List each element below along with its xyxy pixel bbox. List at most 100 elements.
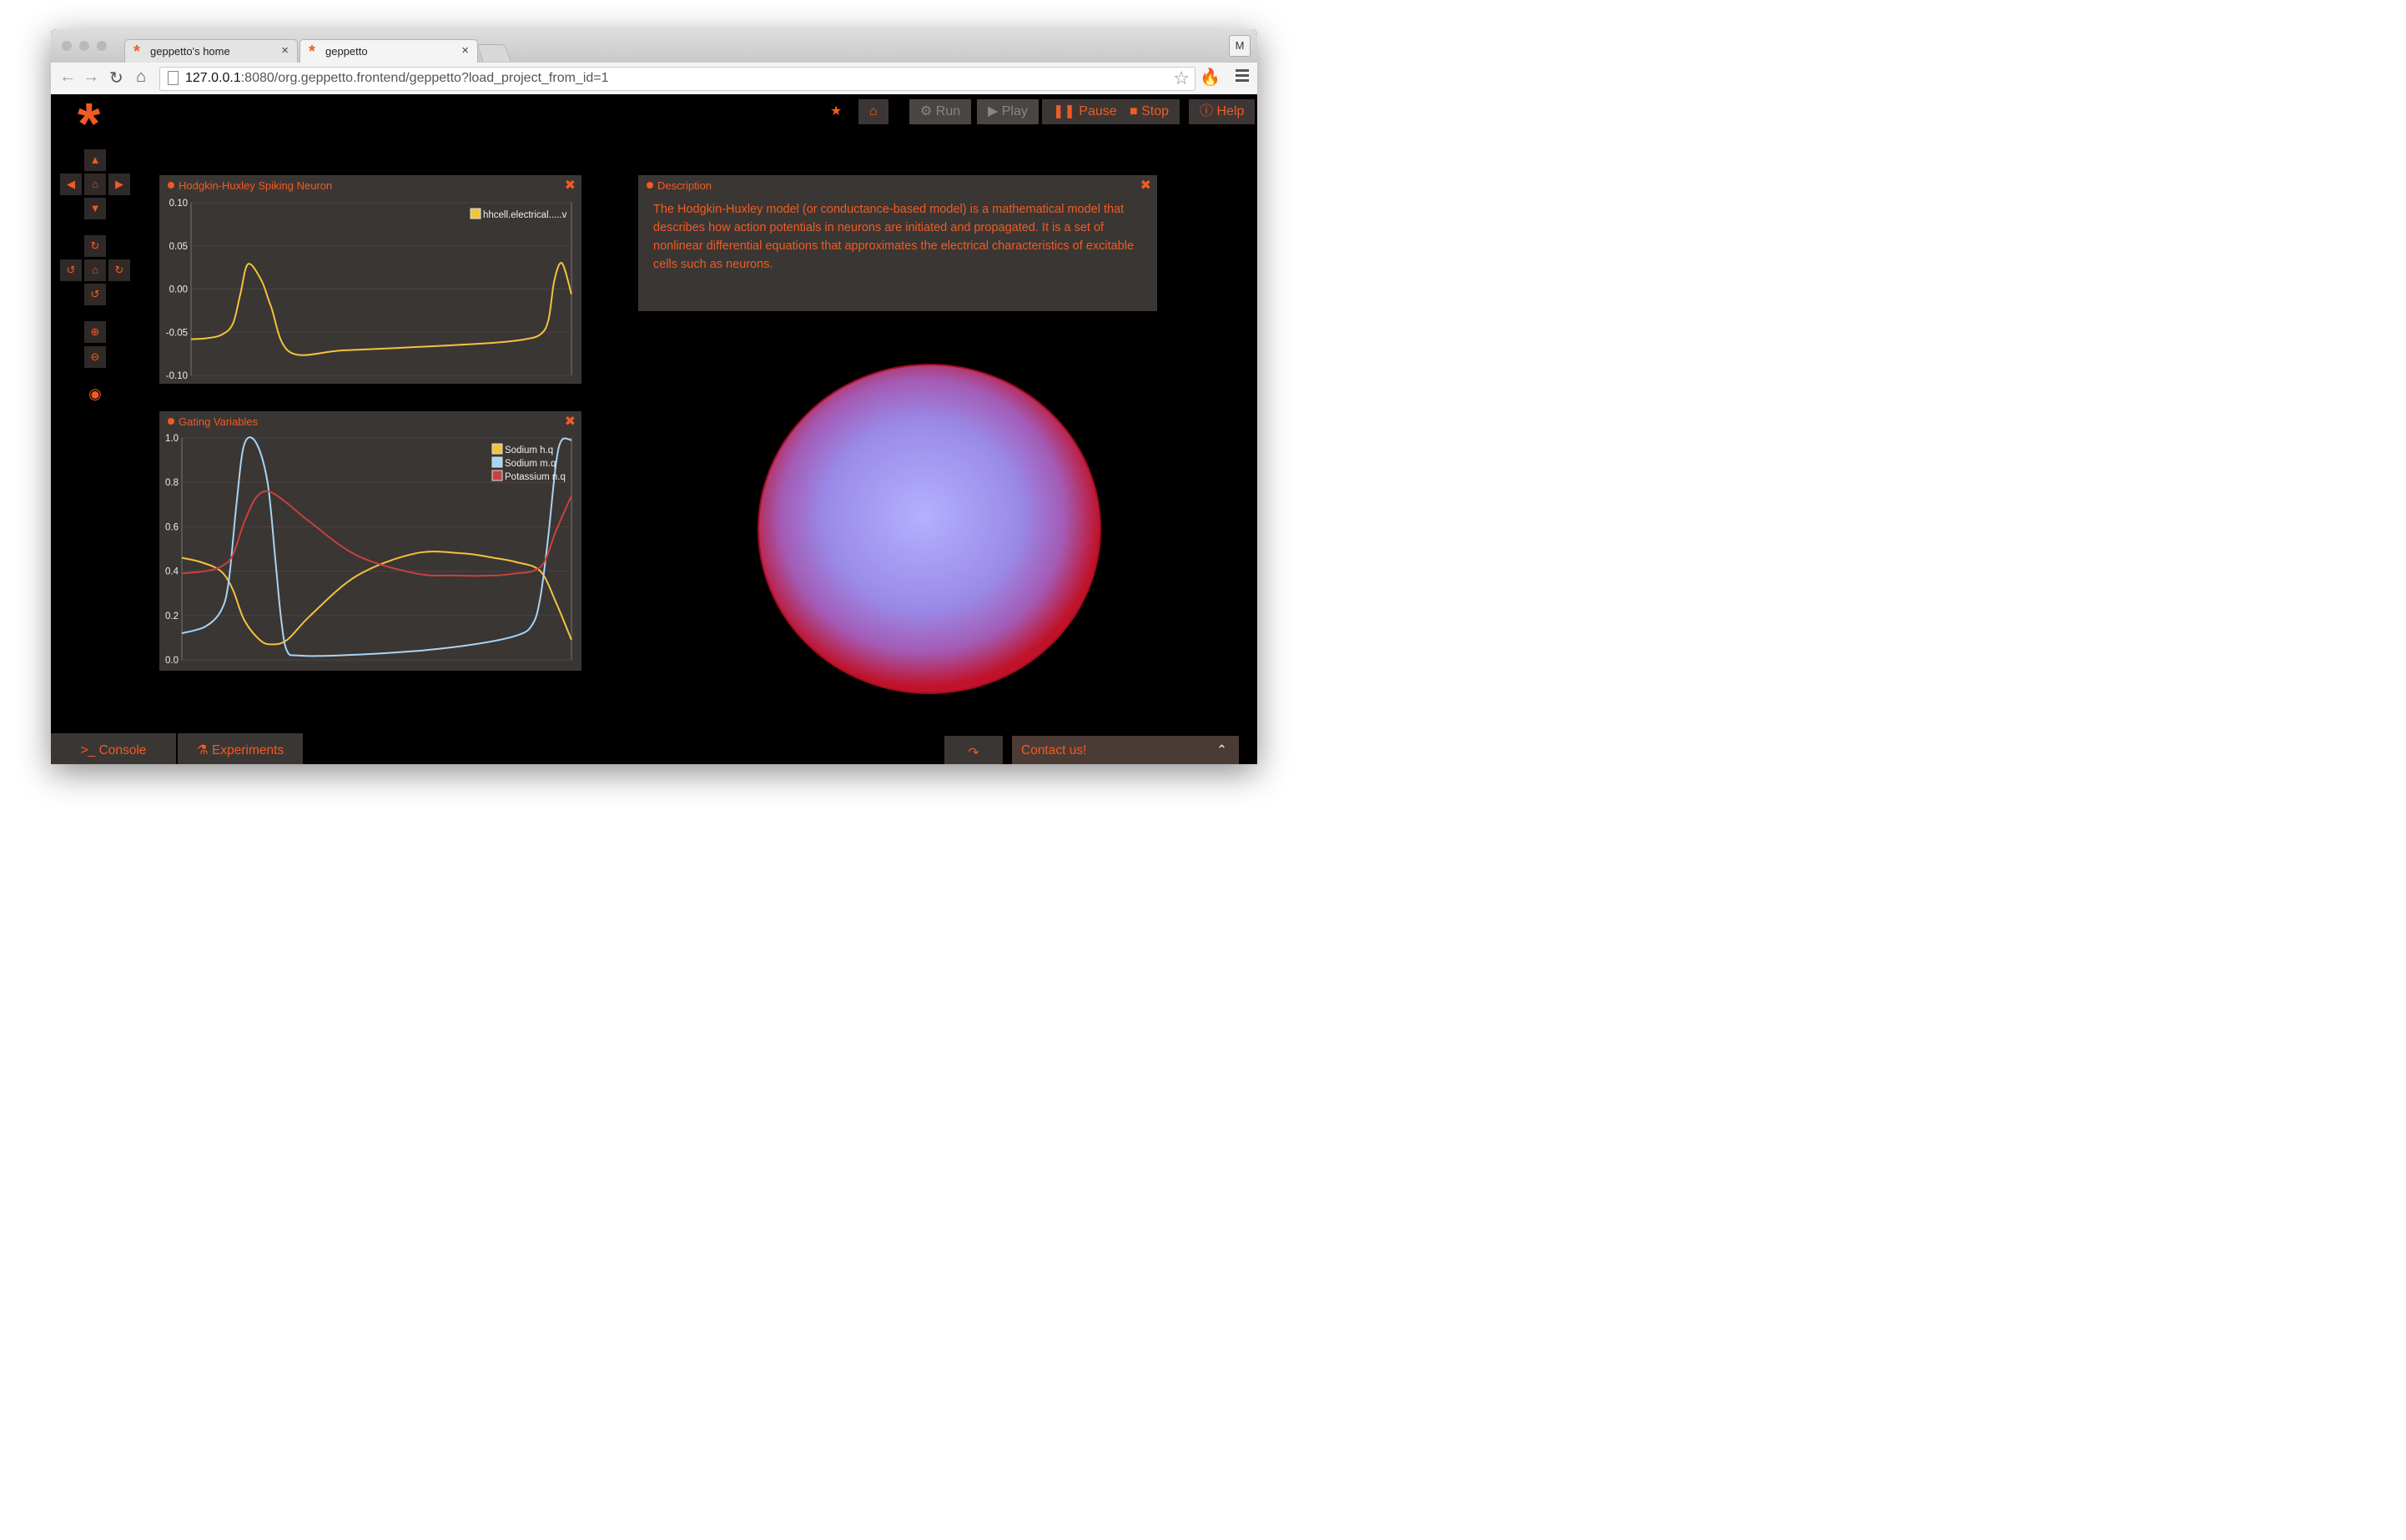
contact-us-label: Contact us! [1021,743,1087,757]
series-line-0 [190,262,572,356]
legend-label: Sodium m.q [505,459,556,469]
tab-close-icon[interactable]: × [281,43,289,58]
geppetto-favicon-icon: * [133,43,140,61]
experiments-label: Experiments [212,743,284,757]
minimize-window-dot[interactable] [79,41,89,51]
browser-window: * geppetto's home × * geppetto × M ← → ↻… [51,29,1257,764]
stop-button[interactable]: ■ Stop [1119,99,1180,124]
play-icon: ▶ [988,104,999,118]
geppetto-logo: * [78,91,101,156]
flask-icon: ⚗ [196,743,209,757]
browser-tab-bar: * geppetto's home × * geppetto × M [51,29,1257,63]
y-tick-label: 0.4 [165,567,179,577]
cell-sphere-3d[interactable] [756,360,1106,702]
y-tick-label: -0.10 [166,371,188,381]
legend-label: Sodium h.q [505,445,553,455]
experiments-tab[interactable]: ⚗ Experiments [178,733,303,764]
legend-swatch [491,470,503,481]
url-host: 127.0.0.1 [185,71,241,85]
help-button[interactable]: ⓘ Help [1189,99,1256,124]
sphere-body[interactable] [758,364,1101,694]
panel-title-text: Description [657,179,712,192]
pause-button[interactable]: ❚❚ Pause [1042,99,1128,124]
gating-variables-panel[interactable]: Gating Variables ✖ 1.0 0.8 0.6 0.4 0.2 0.0 Sod… [159,411,581,671]
pan-down-button[interactable]: ▼ [84,198,106,219]
browser-tab-home[interactable]: * geppetto's home × [124,39,298,63]
geppetto-app: * ▲ ◀ ⌂ ▶ ▼ ↻ ↺ ⌂ ↻ ↺ ⊕ ⊖ ◉ ★ ⌂ ⚙ Run ▶ … [51,94,1257,764]
rotate-up-button[interactable]: ↻ [84,235,106,257]
y-tick-label: 0.8 [165,478,179,488]
pan-right-button[interactable]: ▶ [108,174,130,195]
new-tab-button[interactable] [476,44,511,62]
voltage-chart: 0.10 0.05 0.00 -0.05 -0.10 hhcell.electrical.… [166,199,572,381]
terminal-icon: >_ [80,743,96,757]
pause-icon: ❚❚ [1053,104,1075,118]
play-label: Play [1001,104,1028,118]
pan-up-button[interactable]: ▲ [84,149,106,171]
rotate-down-button[interactable]: ↺ [84,284,106,305]
back-arrow-icon[interactable]: ← [59,68,76,87]
rotate-right-button[interactable]: ↻ [108,259,130,281]
info-icon: ⓘ [1200,104,1214,118]
console-label: Console [98,743,147,757]
profile-button[interactable]: M [1229,35,1251,57]
legend-label: hhcell.electrical.....v [483,210,567,220]
y-tick-label: -0.05 [166,328,188,338]
share-button[interactable]: ↷ [944,736,1003,764]
pan-left-button[interactable]: ◀ [60,174,82,195]
star-icon[interactable]: ★ [825,99,847,124]
reload-icon[interactable]: ↻ [109,68,123,88]
close-window-dot[interactable] [62,41,72,51]
legend-swatch [491,443,503,455]
description-text: The Hodgkin-Huxley model (or conductance… [653,203,1135,271]
tab-title: geppetto's home [150,45,230,58]
zoom-in-button[interactable]: ⊕ [84,321,106,343]
play-button[interactable]: ▶ Play [977,99,1039,124]
gating-chart: 1.0 0.8 0.6 0.4 0.2 0.0 Sodium h.q Sodium m.q Po… [165,434,572,666]
home-button[interactable]: ⌂ [858,99,888,124]
y-tick-label: 0.00 [169,285,188,295]
run-label: Run [935,104,961,118]
url-text[interactable]: 127.0.0.1:8080/org.geppetto.frontend/gep… [185,71,609,86]
browser-toolbar: ← → ↻ ⌂ 127.0.0.1:8080/org.geppetto.fron… [51,63,1257,95]
forward-arrow-icon[interactable]: → [83,68,99,87]
y-tick-label: 0.2 [165,611,179,622]
url-path: :8080/org.geppetto.frontend/geppetto?loa… [240,71,609,85]
console-tab[interactable]: >_ Console [51,733,176,764]
pan-home-button[interactable]: ⌂ [84,174,106,195]
github-icon[interactable]: ◉ [84,383,106,405]
stop-label: Stop [1141,104,1170,118]
legend-swatch [470,208,481,219]
browser-tab-geppetto[interactable]: * geppetto × [299,39,478,63]
address-bar[interactable]: 127.0.0.1:8080/org.geppetto.frontend/gep… [159,67,1195,91]
stop-icon: ■ [1130,104,1138,118]
page-icon [168,71,179,85]
tab-close-icon[interactable]: × [461,43,469,58]
panel-title: Description [647,179,712,192]
gears-icon: ⚙ [920,104,933,118]
home-icon: ⌂ [869,104,878,118]
legend-swatch [491,456,503,468]
share-arrow-icon: ↷ [968,746,979,760]
home-icon[interactable]: ⌂ [136,68,146,87]
y-tick-label: 0.6 [165,522,179,532]
series-line-1 [181,436,572,657]
zoom-out-button[interactable]: ⊖ [84,346,106,368]
chevron-up-icon[interactable]: ⌃ [1216,736,1227,764]
description-panel[interactable]: Description ✖ The Hodgkin-Huxley model (… [638,175,1157,311]
help-label: Help [1216,104,1245,118]
menu-icon[interactable] [1236,69,1249,84]
rotate-home-button[interactable]: ⌂ [84,259,106,281]
pause-label: Pause [1079,104,1117,118]
extension-flame-icon[interactable]: 🔥 [1200,67,1221,88]
close-icon[interactable]: ✖ [1140,177,1151,194]
rotate-left-button[interactable]: ↺ [60,259,82,281]
run-button[interactable]: ⚙ Run [909,99,972,124]
y-tick-label: 0.10 [169,199,188,209]
y-tick-label: 1.0 [165,434,179,444]
bookmark-star-icon[interactable]: ☆ [1173,68,1190,89]
hh-neuron-panel[interactable]: Hodgkin-Huxley Spiking Neuron ✖ 0.10 0.05… [159,175,581,384]
contact-us-bar[interactable]: Contact us! ⌃ [1012,736,1239,764]
legend-label: Potassium n.q [505,472,566,482]
maximize-window-dot[interactable] [97,41,107,51]
